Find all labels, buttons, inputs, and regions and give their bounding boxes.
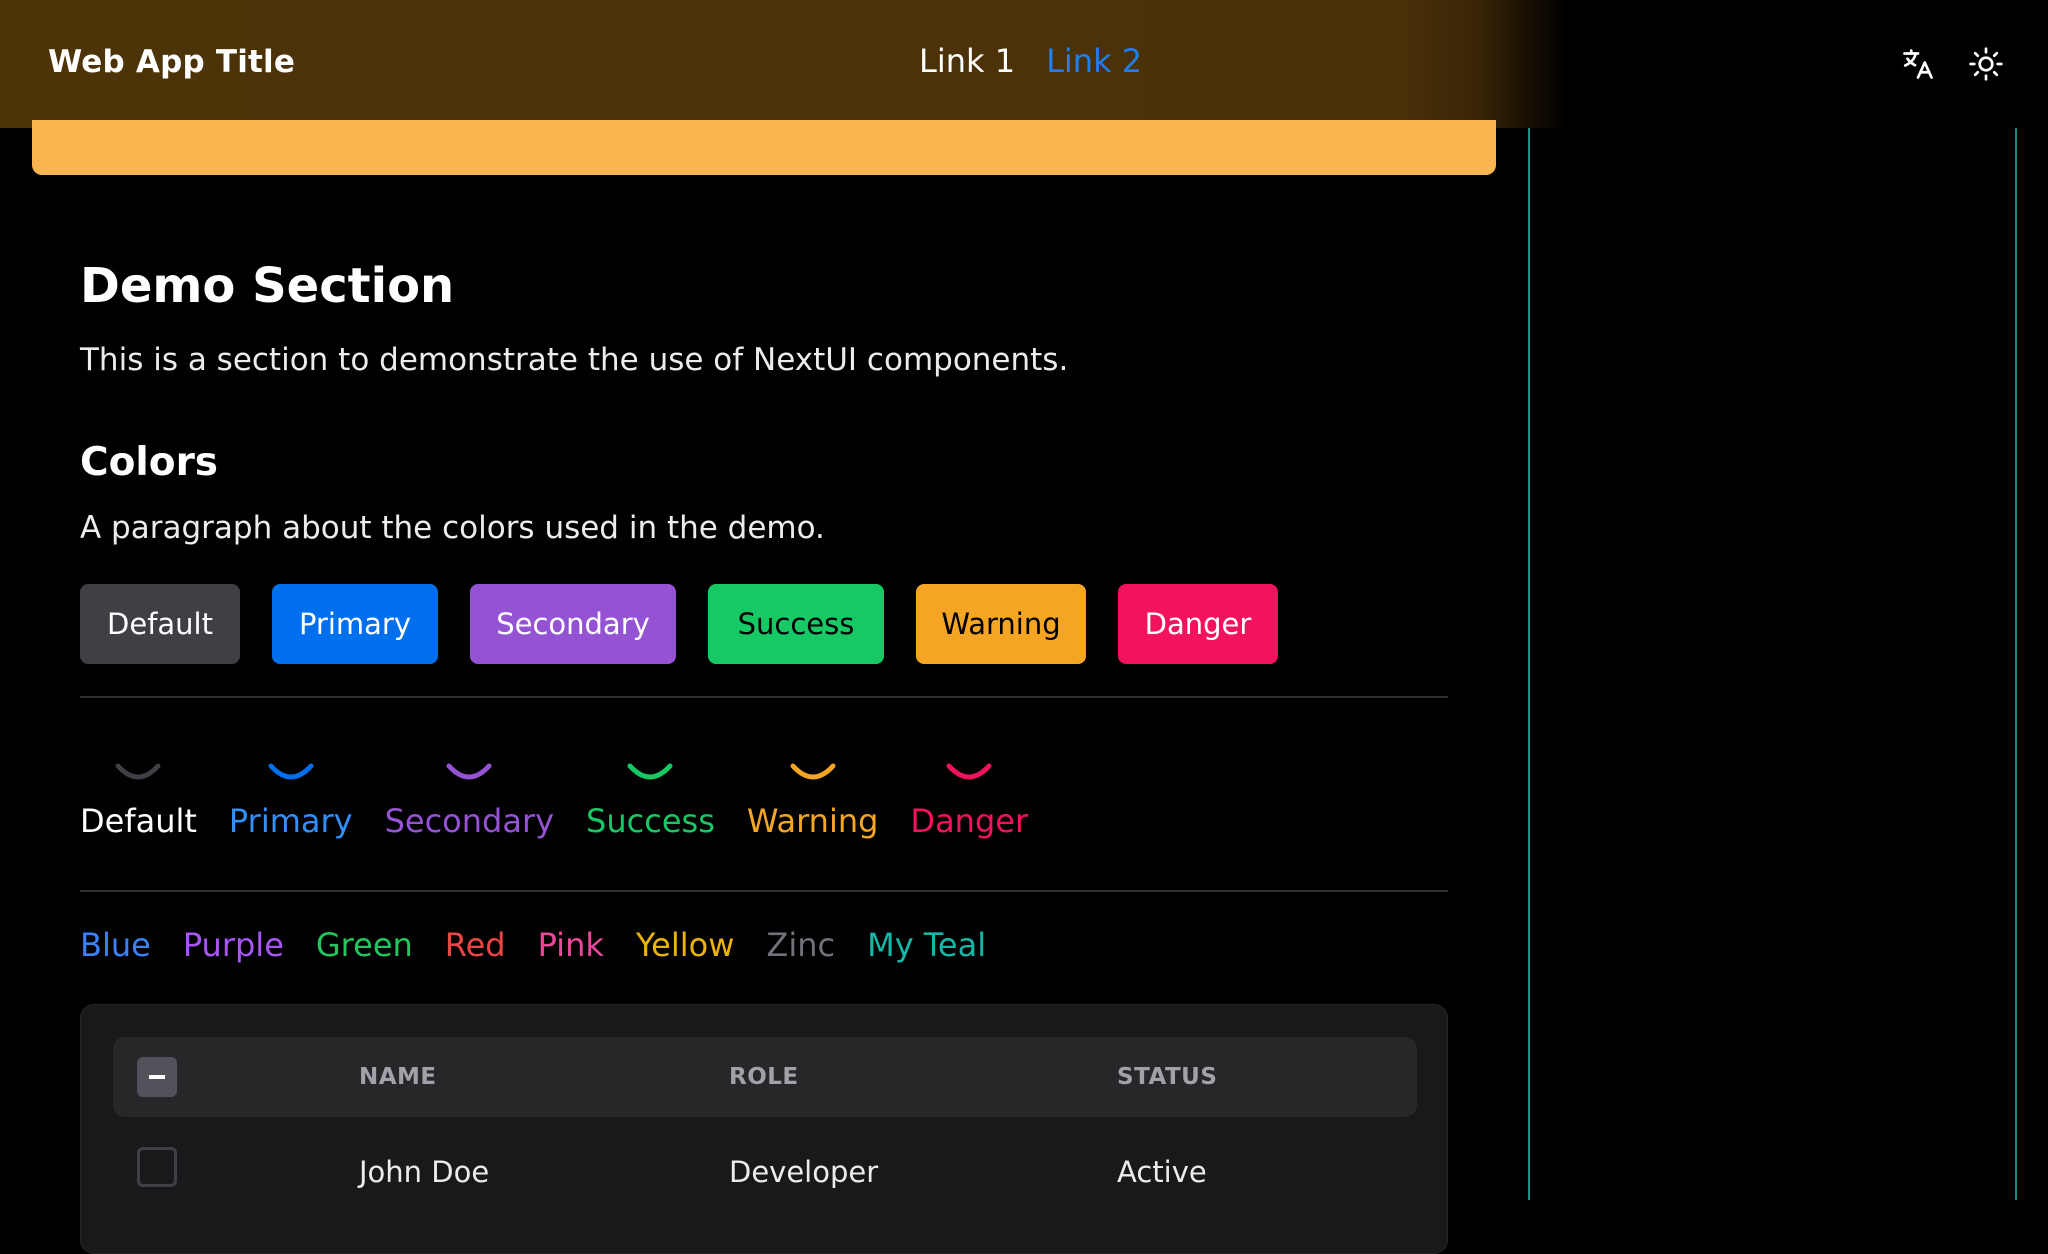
section-title: Demo Section	[80, 258, 455, 314]
nav-icons	[1900, 46, 2004, 82]
spinner-label: Primary	[228, 802, 353, 840]
data-table: NAME ROLE STATUS John Doe Developer Acti…	[80, 1004, 1448, 1254]
link-purple[interactable]: Purple	[183, 926, 284, 964]
divider	[80, 890, 1448, 892]
nav-link-2[interactable]: Link 2	[1046, 42, 1142, 80]
link-pink[interactable]: Pink	[538, 926, 604, 964]
banner	[32, 120, 1496, 175]
cell-name: John Doe	[359, 1155, 490, 1189]
column-header-role[interactable]: ROLE	[729, 1064, 799, 1090]
color-links: Blue Purple Green Red Pink Yellow Zinc M…	[80, 926, 986, 964]
link-zinc[interactable]: Zinc	[766, 926, 835, 964]
spinner-danger: Danger	[910, 760, 1028, 840]
primary-button[interactable]: Primary	[272, 584, 438, 664]
main-content: Demo Section This is a section to demons…	[80, 250, 1448, 1254]
spinner-warning: Warning	[746, 760, 879, 840]
default-button[interactable]: Default	[80, 584, 240, 664]
spinner-default: Default	[80, 760, 197, 840]
navbar: Web App Title Link 1 Link 2	[0, 0, 2048, 128]
select-all-checkbox[interactable]	[137, 1057, 177, 1097]
cell-status: Active	[1117, 1155, 1207, 1189]
spinner-icon	[790, 763, 836, 780]
spinner-icon	[627, 763, 673, 780]
table-row[interactable]: John Doe Developer Active	[113, 1133, 1417, 1213]
link-blue[interactable]: Blue	[80, 926, 151, 964]
spinner-icon	[115, 763, 161, 780]
colors-title: Colors	[80, 440, 219, 485]
column-header-name[interactable]: NAME	[359, 1064, 437, 1090]
spinner-label: Secondary	[384, 802, 555, 840]
cell-role: Developer	[729, 1155, 879, 1189]
link-my-teal[interactable]: My Teal	[867, 926, 986, 964]
sun-icon[interactable]	[1968, 46, 2004, 82]
spinner-label: Success	[586, 802, 715, 840]
spinner-primary: Primary	[229, 760, 353, 840]
spinner-row: Default Primary Secondary Success Warnin…	[80, 760, 1028, 840]
translate-icon[interactable]	[1900, 46, 1936, 82]
spinner-icon	[946, 763, 992, 780]
row-checkbox[interactable]	[137, 1147, 177, 1187]
spinner-label: Danger	[910, 802, 1029, 840]
link-green[interactable]: Green	[316, 926, 413, 964]
success-button[interactable]: Success	[708, 584, 884, 664]
divider	[80, 696, 1448, 698]
nav-links: Link 1 Link 2	[919, 42, 1142, 80]
section-description: This is a section to demonstrate the use…	[80, 342, 1069, 378]
danger-button[interactable]: Danger	[1118, 584, 1278, 664]
link-red[interactable]: Red	[445, 926, 506, 964]
spinner-label: Default	[80, 802, 197, 840]
button-row: Default Primary Secondary Success Warnin…	[80, 584, 1278, 664]
spinner-icon	[268, 763, 314, 780]
nav-link-1[interactable]: Link 1	[919, 42, 1015, 80]
side-panel	[1528, 128, 2017, 1200]
warning-button[interactable]: Warning	[916, 584, 1086, 664]
column-header-status[interactable]: STATUS	[1117, 1064, 1217, 1090]
spinner-label: Warning	[746, 802, 879, 840]
table-header: NAME ROLE STATUS	[113, 1037, 1417, 1117]
spinner-secondary: Secondary	[385, 760, 554, 840]
app-title: Web App Title	[48, 44, 296, 80]
spinner-icon	[446, 763, 492, 780]
spinner-success: Success	[586, 760, 715, 840]
link-yellow[interactable]: Yellow	[636, 926, 735, 964]
colors-description: A paragraph about the colors used in the…	[80, 510, 825, 546]
secondary-button[interactable]: Secondary	[470, 584, 676, 664]
